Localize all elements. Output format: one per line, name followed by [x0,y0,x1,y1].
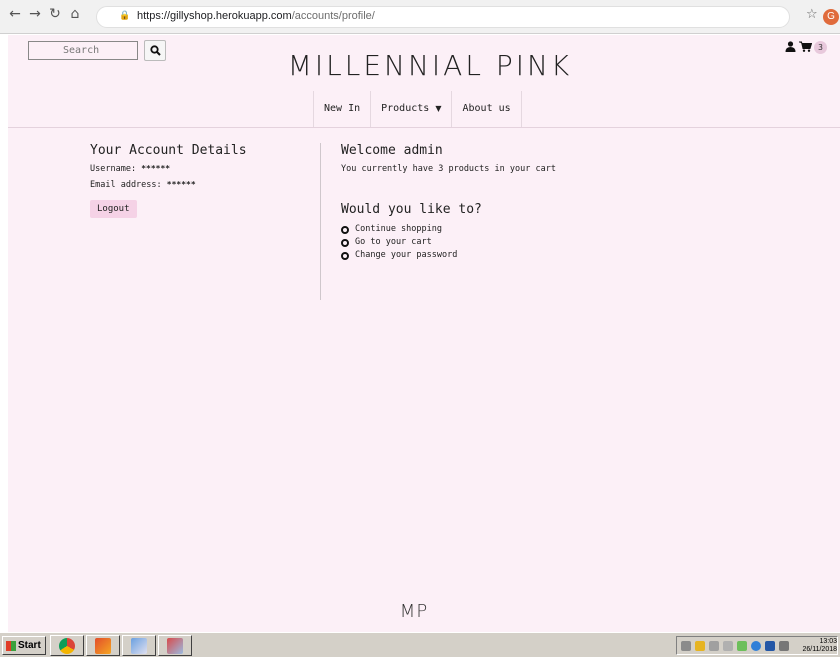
sync-icon[interactable] [737,641,747,651]
paint-icon [131,638,147,654]
search-input[interactable]: Search [28,41,138,60]
bookmark-star-icon[interactable]: ☆ [806,7,818,22]
bullet-icon [341,238,349,247]
email-row: Email address: ****** [90,180,196,190]
security-icon[interactable] [695,641,705,651]
username-value: ****** [141,164,171,173]
main-nav: New In Products ▼ About us [313,91,522,127]
column-divider [320,143,321,300]
bluetooth-icon[interactable] [709,641,719,651]
header-divider [8,127,840,128]
bullet-icon [341,225,349,234]
scissors-icon [167,638,183,654]
account-details-heading: Your Account Details [90,143,247,158]
cart-message: You currently have 3 products in your ca… [341,164,556,174]
cart-icon[interactable] [799,41,812,52]
forward-arrow-icon[interactable]: → [26,5,44,23]
browser-toolbar: ← → ↻ ⌂ 🔒 https://gillyshop.herokuapp.co… [0,0,840,34]
options-heading: Would you like to? [341,202,482,217]
photos-taskbar-button[interactable] [86,635,120,656]
nav-products[interactable]: Products ▼ [371,91,453,127]
network-icon[interactable] [681,641,691,651]
paint-taskbar-button[interactable] [122,635,156,656]
nav-new-in[interactable]: New In [314,91,372,127]
taskbar: Start 13:03 26/11/2018 [0,632,840,657]
back-arrow-icon[interactable]: ← [6,5,24,23]
change-password-link[interactable]: Change your password [341,249,741,262]
clock[interactable]: 13:03 26/11/2018 [797,638,837,654]
url-text: https://gillyshop.herokuapp.com/accounts… [137,10,375,22]
search-icon [150,45,161,56]
monitor-icon[interactable] [765,641,775,651]
home-icon[interactable]: ⌂ [66,5,84,23]
profile-avatar[interactable]: G [823,9,839,25]
address-bar[interactable]: 🔒 https://gillyshop.herokuapp.com/accoun… [96,6,790,28]
nav-about-us[interactable]: About us [452,91,522,127]
account-details-section: Your Account Details Username: ****** Em… [90,143,310,218]
welcome-section: Welcome admin You currently have 3 produ… [341,143,741,262]
caret-down-icon: ▼ [435,104,442,113]
update-icon[interactable] [751,641,761,651]
search-button[interactable] [144,40,166,61]
logout-button[interactable]: Logout [90,200,137,218]
system-tray: 13:03 26/11/2018 [676,636,838,655]
photos-icon [95,638,111,654]
page-body: Search MILLENNIAL PINK 3 New In Products… [8,35,840,632]
user-icon[interactable] [785,41,796,52]
start-button[interactable]: Start [2,636,46,655]
chrome-taskbar-button[interactable] [50,635,84,656]
reload-icon[interactable]: ↻ [46,5,64,23]
lock-icon: 🔒 [119,11,131,21]
cart-count-badge: 3 [814,41,827,54]
chrome-icon [59,638,75,654]
username-row: Username: ****** [90,164,171,174]
site-logo[interactable]: MILLENNIAL PINK [280,49,580,82]
go-to-cart-link[interactable]: Go to your cart [341,236,741,249]
snipping-tool-taskbar-button[interactable] [158,635,192,656]
bullet-icon [341,251,349,260]
footer-logo: MP [399,601,429,622]
continue-shopping-link[interactable]: Continue shopping [341,223,741,236]
volume-icon[interactable] [779,641,789,651]
display-icon[interactable] [723,641,733,651]
windows-flag-icon [6,641,16,651]
welcome-heading: Welcome admin [341,143,443,158]
email-value: ****** [166,180,196,189]
